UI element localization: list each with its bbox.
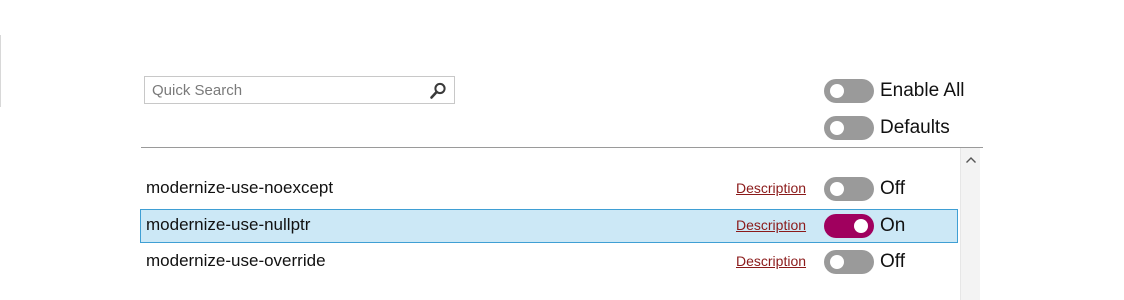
toggle-knob [830,121,844,135]
enable-all-label: Enable All [880,80,965,101]
rule-state-label: Off [880,251,905,272]
toggle-knob [830,84,844,98]
rule-state-label: On [880,215,906,236]
chevron-up-icon[interactable] [961,150,981,170]
rule-row[interactable]: modernize-use-override Description Off [140,245,958,279]
defaults-label: Defaults [880,117,950,138]
rule-row-selected[interactable]: modernize-use-nullptr Description On [140,209,958,243]
rule-name: modernize-use-noexcept [146,178,334,197]
description-link[interactable]: Description [736,253,806,269]
description-link[interactable]: Description [736,180,806,196]
search-input[interactable] [145,77,425,103]
rule-toggle[interactable] [824,250,874,274]
quick-search-box[interactable] [144,76,455,104]
rule-name: modernize-use-override [146,251,326,270]
rule-state-label: Off [880,178,905,199]
toggle-knob [854,219,868,233]
rule-row[interactable]: modernize-use-noexcept Description Off [140,172,958,206]
left-edge-divider [0,35,1,107]
rule-toggle[interactable] [824,177,874,201]
toggle-knob [830,182,844,196]
rules-settings-panel: Enable All Defaults modernize-use-noexce… [0,0,1124,300]
search-icon[interactable] [428,81,448,101]
toggle-knob [830,255,844,269]
rule-toggle[interactable] [824,214,874,238]
defaults-toggle[interactable] [824,116,874,140]
rule-name: modernize-use-nullptr [146,215,311,234]
rules-list: modernize-use-noexcept Description Off m… [140,148,982,300]
description-link[interactable]: Description [736,217,806,233]
enable-all-toggle[interactable] [824,79,874,103]
vertical-scrollbar[interactable] [960,148,980,300]
